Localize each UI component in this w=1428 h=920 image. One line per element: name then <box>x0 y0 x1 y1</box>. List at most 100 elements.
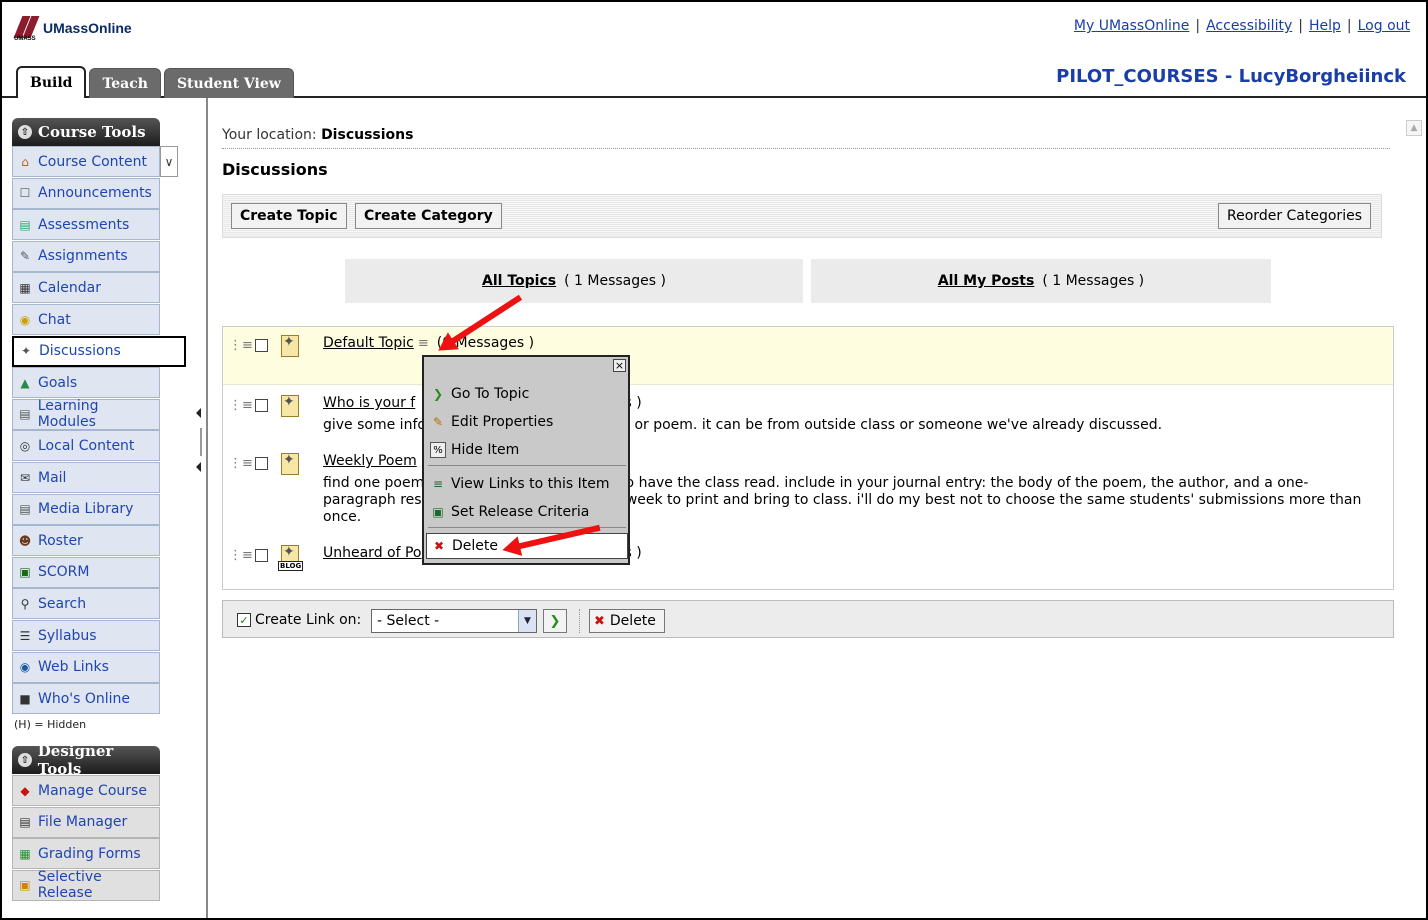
sidebar-item-mail[interactable]: ✉ Mail <box>12 462 160 493</box>
delete-button[interactable]: ✖ Delete <box>589 609 665 633</box>
sidebar-item-discussions[interactable]: ✦ Discussions <box>12 335 186 367</box>
sidebar-item-learning-modules[interactable]: ▤ Learning Modules <box>12 398 160 431</box>
create-link-label: ✓ Create Link on: <box>237 612 361 628</box>
sidebar-splitter[interactable] <box>196 408 206 478</box>
row-checkbox[interactable] <box>255 456 268 470</box>
sidebar-item-roster[interactable]: ☻ Roster <box>12 525 160 557</box>
topic-title-link[interactable]: Weekly Poem <box>323 453 417 469</box>
all-my-posts-link[interactable]: All My Posts <box>938 273 1034 289</box>
breadcrumb: Your location: Discussions <box>222 127 414 143</box>
reorder-categories-button[interactable]: Reorder Categories <box>1218 203 1371 229</box>
course-tools-header[interactable]: ⇧ Course Tools <box>12 118 160 146</box>
row-checkbox[interactable] <box>255 338 268 352</box>
sidebar-item-label: Assignments <box>38 248 128 265</box>
chat-icon: ◉ <box>19 312 31 327</box>
sidebar-item-goals[interactable]: ▲ Goals <box>12 367 160 399</box>
sidebar-item-assignments[interactable]: ✎ Assignments <box>12 240 160 272</box>
hidden-legend: (H) = Hidden <box>14 718 87 731</box>
menu-hide-item[interactable]: % Hide Item <box>430 437 519 463</box>
sidebar-item-chat[interactable]: ◉ Chat <box>12 304 160 335</box>
pushpin-icon: ✦ <box>20 344 32 359</box>
view-tabs: All Topics ( 1 Messages ) All My Posts (… <box>345 259 1271 303</box>
sidebar-item-course-content[interactable]: ⌂ Course Content <box>12 146 160 177</box>
sidebar-item-local-content[interactable]: ◎ Local Content <box>12 430 160 462</box>
release-criteria-icon: ▣ <box>432 505 444 519</box>
logout-link[interactable]: Log out <box>1358 18 1410 34</box>
sidebar-item-media-library[interactable]: ▤ Media Library <box>12 493 160 525</box>
home-icon: ⌂ <box>21 154 29 169</box>
topic-row: ⋮≡ ✦ Who is your fges ) give some infobe… <box>223 387 1393 439</box>
all-my-posts-tab[interactable]: All My Posts ( 1 Messages ) <box>811 259 1271 303</box>
my-umassonline-link[interactable]: My UMassOnline <box>1074 18 1189 34</box>
tab-student-view[interactable]: Student View <box>163 68 294 98</box>
sidebar-item-assessments[interactable]: ▤ Assessments <box>12 209 160 241</box>
drag-handle-icon[interactable]: ⋮≡ <box>229 455 253 471</box>
page-title: Discussions <box>222 160 328 179</box>
sidebar-item-calendar[interactable]: ▦ Calendar <box>12 272 160 304</box>
designer-tools-header[interactable]: ⇧ Designer Tools <box>12 742 160 778</box>
collapse-circle-icon: ⇧ <box>18 753 32 767</box>
accessibility-link[interactable]: Accessibility <box>1206 18 1292 34</box>
sidebar-item-announcements[interactable]: ☐ Announcements <box>12 177 160 209</box>
go-arrow-icon: ❯ <box>432 387 444 401</box>
topic-list: ⋮≡ ✦ Default Topic ≡ (0 Messages ) ⋮≡ ✦ Wh… <box>222 326 1394 590</box>
manage-icon: ◆ <box>20 783 30 798</box>
sidebar-item-file-manager[interactable]: ▤ File Manager <box>12 806 160 838</box>
context-menu-trigger-icon[interactable]: ≡ <box>418 336 429 351</box>
drag-handle-icon[interactable]: ⋮≡ <box>229 397 253 413</box>
row-checkbox[interactable] <box>255 398 268 412</box>
menu-edit-properties[interactable]: ✎ Edit Properties <box>430 409 553 435</box>
drag-handle-icon[interactable]: ⋮≡ <box>229 337 253 353</box>
create-category-button[interactable]: Create Category <box>355 203 502 229</box>
collapse-left-arrow-icon[interactable] <box>196 408 201 418</box>
expand-chevron-icon[interactable]: ∨ <box>160 146 178 177</box>
menu-go-to-topic[interactable]: ❯ Go To Topic <box>430 381 529 407</box>
topic-row: ⋮≡ ✦ Default Topic ≡ (0 Messages ) <box>223 327 1393 385</box>
topic-row: ⋮≡ ✦BLOG Unheard of Poges ) <box>229 544 642 571</box>
umass-logo[interactable]: UMASS UMassOnline <box>13 14 132 42</box>
mail-icon: ✉ <box>19 470 31 485</box>
tab-teach[interactable]: Teach <box>89 68 161 98</box>
collapse-circle-icon: ⇧ <box>18 125 32 139</box>
sidebar-item-scorm[interactable]: ▣ SCORM <box>12 556 160 588</box>
main-content: Your location: Discussions Discussions C… <box>210 120 1410 918</box>
menu-view-links[interactable]: ≡ View Links to this Item <box>430 471 610 497</box>
create-link-select[interactable]: - Select - ▼ <box>371 609 537 633</box>
sidebar-item-who-s-online[interactable]: ■ Who's Online <box>12 683 160 715</box>
megaphone-icon: ☐ <box>19 186 31 201</box>
sidebar-item-syllabus[interactable]: ☰ Syllabus <box>12 620 160 651</box>
all-topics-link[interactable]: All Topics <box>482 273 556 289</box>
create-topic-button[interactable]: Create Topic <box>231 203 347 229</box>
calendar-icon: ▦ <box>19 280 31 295</box>
topic-title-link[interactable]: Default Topic <box>323 335 414 351</box>
grading-icon: ▦ <box>19 846 31 861</box>
sidebar-item-manage-course[interactable]: ◆ Manage Course <box>12 775 160 806</box>
close-icon[interactable]: × <box>613 359 626 372</box>
sidebar-item-label: Grading Forms <box>38 845 141 862</box>
release-icon: ▣ <box>19 878 31 893</box>
hide-icon: % <box>430 442 446 458</box>
sidebar-item-selective-release[interactable]: ▣ Selective Release <box>12 869 160 901</box>
header: UMASS UMassOnline My UMassOnline | Accessi… <box>2 2 1426 98</box>
sidebar-item-label: Learning Modules <box>37 398 99 431</box>
go-button[interactable]: ❯ <box>543 609 567 633</box>
sidebar-item-web-links[interactable]: ◉ Web Links <box>12 651 160 683</box>
tab-build[interactable]: Build <box>16 66 87 98</box>
drag-handle-icon[interactable]: ⋮≡ <box>229 547 253 563</box>
file-manager-icon: ▤ <box>19 815 31 830</box>
toolbar: Create Topic Create Category Reorder Cat… <box>222 194 1382 238</box>
row-checkbox[interactable] <box>255 548 268 562</box>
collapse-left-arrow-icon[interactable] <box>196 462 201 472</box>
topic-title-link[interactable]: Unheard of Po <box>323 545 422 561</box>
help-link[interactable]: Help <box>1309 18 1341 34</box>
topic-title-link[interactable]: Who is your f <box>323 395 415 411</box>
sidebar-item-search[interactable]: ⚲ Search <box>12 588 160 620</box>
sidebar-item-label: Mail <box>38 469 67 486</box>
menu-set-release-criteria[interactable]: ▣ Set Release Criteria <box>430 499 589 525</box>
sidebar-item-label: Calendar <box>38 279 101 296</box>
all-topics-tab[interactable]: All Topics ( 1 Messages ) <box>345 259 803 303</box>
sidebar-item-grading-forms[interactable]: ▦ Grading Forms <box>12 838 160 870</box>
sidebar-item-label: Course Content <box>38 153 148 170</box>
checkbox-icon: ✓ <box>237 613 251 627</box>
umass-logo-icon: UMASS <box>13 14 40 42</box>
